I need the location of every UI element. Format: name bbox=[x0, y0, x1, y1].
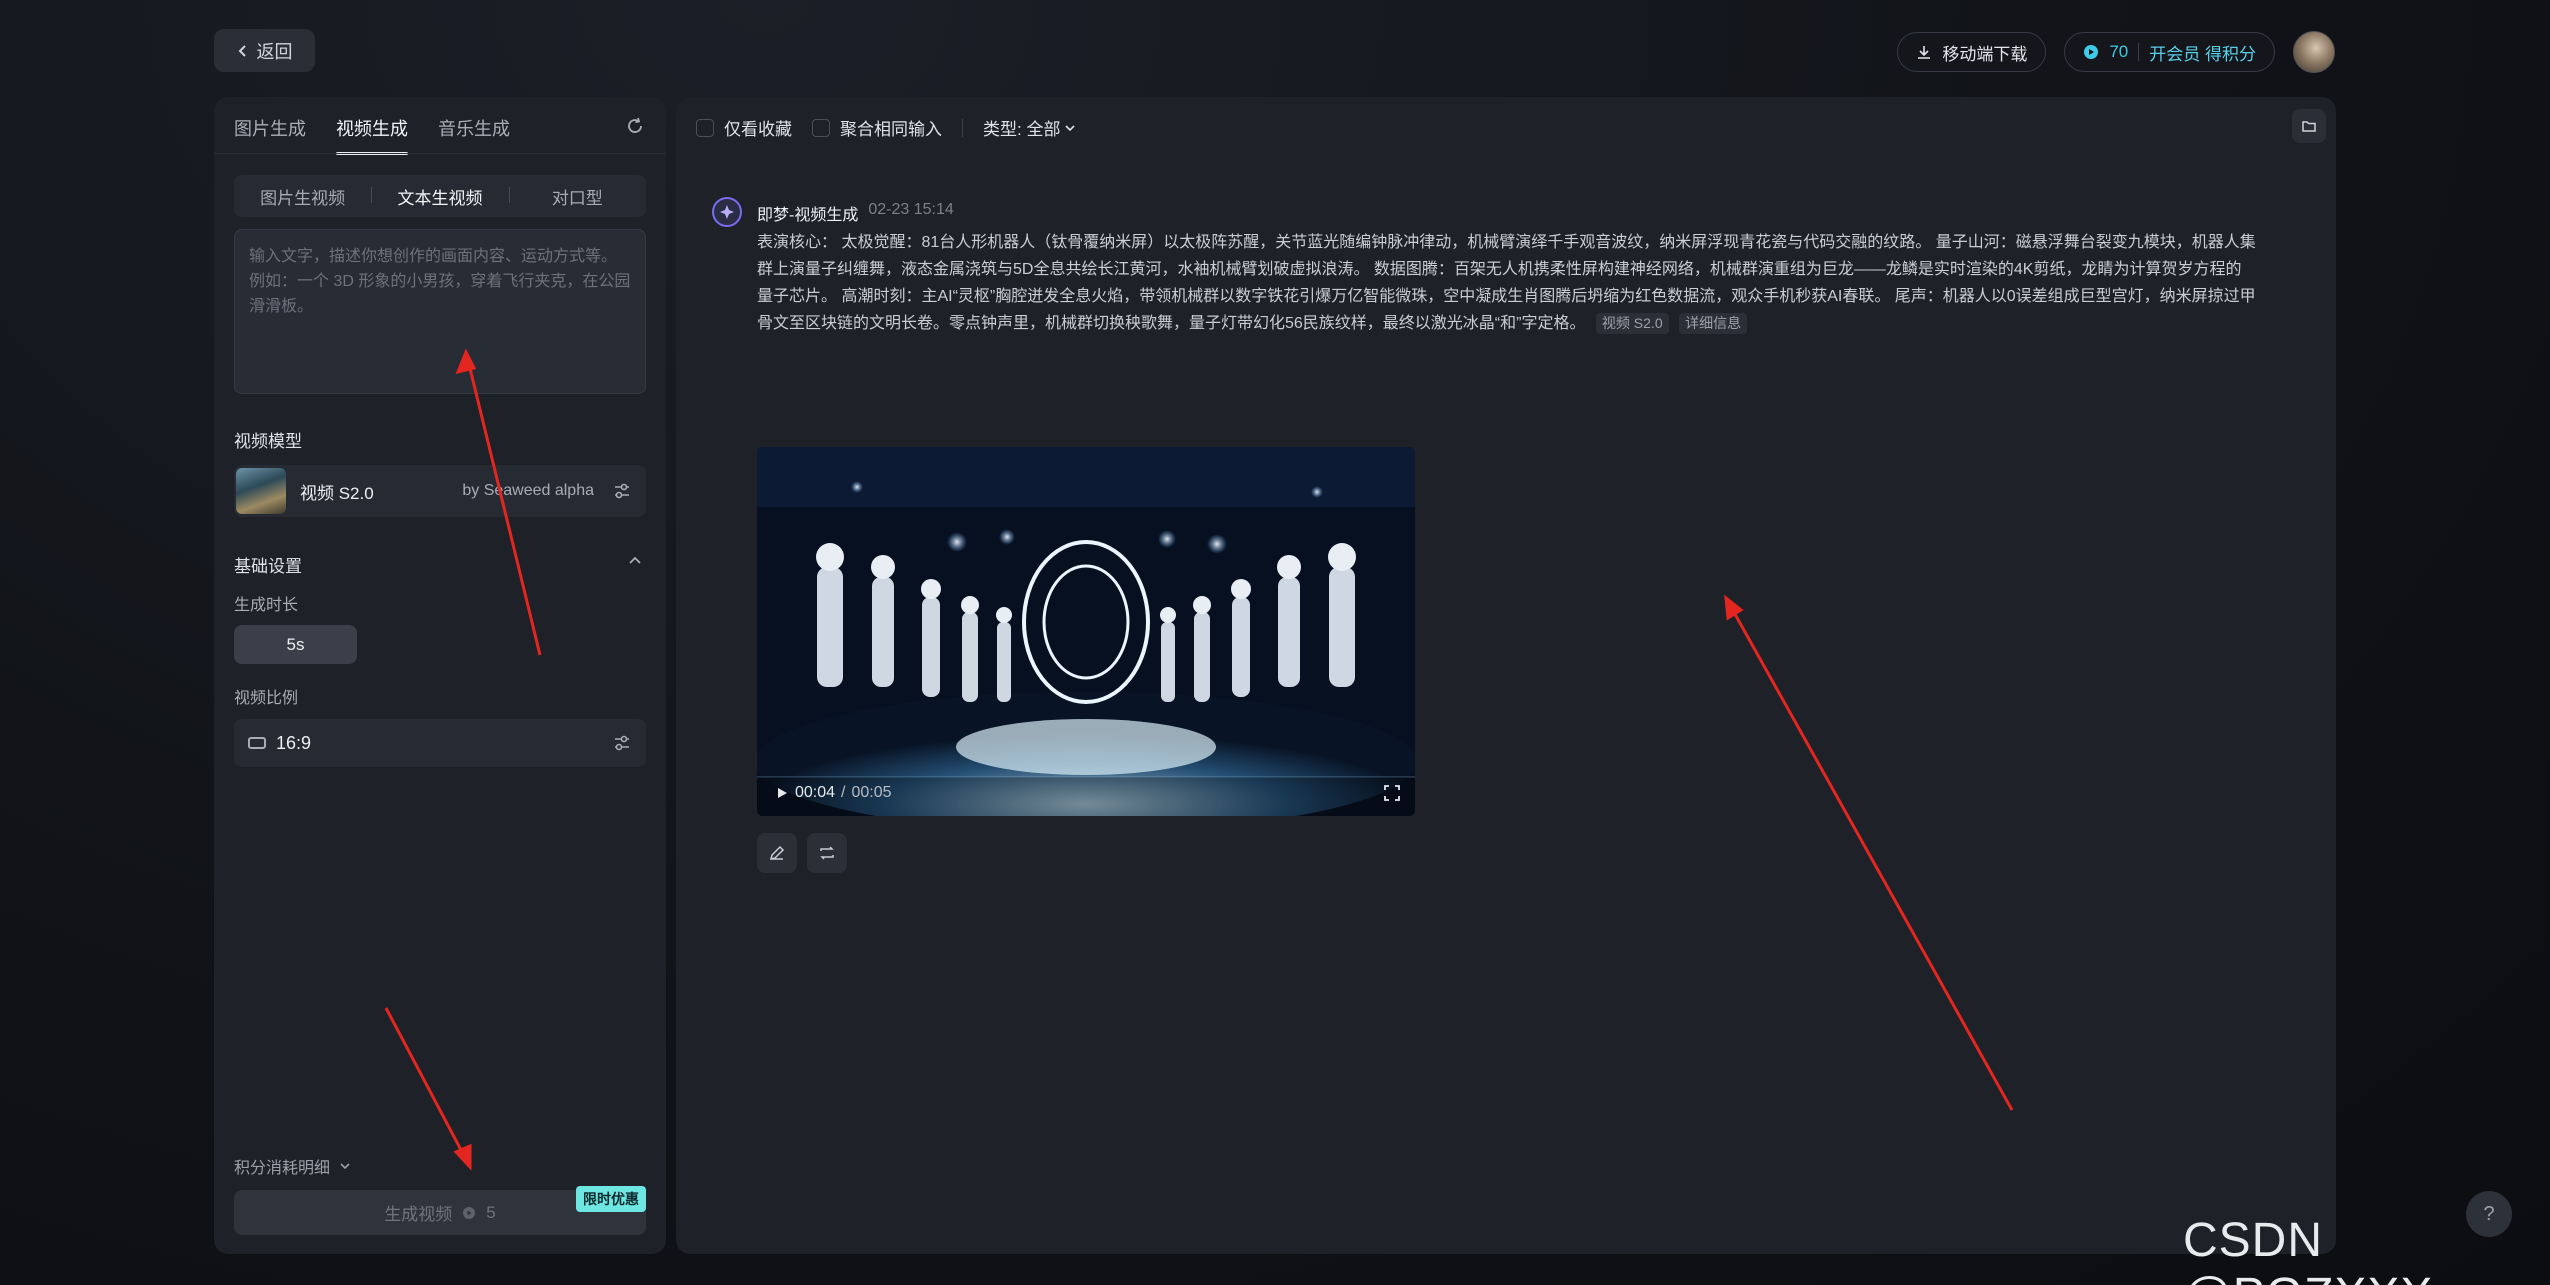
ratio-label: 视频比例 bbox=[234, 690, 299, 707]
checkbox-box bbox=[812, 118, 830, 137]
divider bbox=[962, 118, 963, 137]
cost-details-toggle[interactable]: 积分消耗明细 bbox=[234, 1154, 352, 1178]
back-label: 返回 bbox=[256, 41, 293, 62]
time-separator: / bbox=[841, 784, 846, 801]
chevron-left-icon bbox=[238, 44, 246, 57]
model-selector[interactable]: 视频 S2.0 by Seaweed alpha bbox=[234, 465, 646, 517]
generate-label: 生成视频 bbox=[384, 1205, 453, 1224]
pencil-icon bbox=[769, 845, 785, 861]
video-frame bbox=[757, 447, 1415, 816]
record-prompt: 表演核心： 太极觉醒：81台人形机器人（钛骨覆纳米屏）以太极阵苏醒，关节蓝光随编… bbox=[757, 229, 2257, 337]
basic-settings-label: 基础设置 bbox=[234, 557, 302, 576]
folder-button[interactable] bbox=[2292, 109, 2326, 143]
merge-same-input-checkbox[interactable]: 聚合相同输入 bbox=[812, 115, 942, 140]
regenerate-button[interactable] bbox=[807, 833, 847, 873]
model-section-label: 视频模型 bbox=[234, 432, 302, 451]
watermark: CSDN @PGZXXX bbox=[2183, 1214, 2432, 1285]
chevron-down-icon bbox=[340, 1163, 350, 1170]
divider bbox=[2138, 43, 2140, 61]
folder-icon bbox=[2302, 121, 2316, 132]
filter-bar: 仅看收藏 聚合相同输入 类型: 全部 bbox=[696, 115, 1076, 140]
mode-segmented-control: 图片生视频 文本生视频 对口型 bbox=[234, 175, 646, 217]
tab-image-gen[interactable]: 图片生成 bbox=[234, 115, 306, 141]
chevron-up-icon[interactable] bbox=[626, 552, 644, 570]
app-frame: 返回 移动端下载 70 开会员 得积分 图片生成 视频生成 音乐生成 图片生视频… bbox=[0, 0, 2550, 1285]
video-total-time: 00:05 bbox=[851, 784, 892, 801]
mode-image-to-video[interactable]: 图片生视频 bbox=[234, 184, 371, 209]
merge-same-input-label: 聚合相同输入 bbox=[840, 120, 942, 139]
credits-count: 70 bbox=[2109, 42, 2129, 61]
duration-option-5s[interactable]: 5s bbox=[234, 625, 357, 664]
refresh-icon[interactable] bbox=[624, 115, 646, 137]
favorites-only-checkbox[interactable]: 仅看收藏 bbox=[696, 115, 792, 140]
record-prompt-text: 表演核心： 太极觉醒：81台人形机器人（钛骨覆纳米屏）以太极阵苏醒，关节蓝光随编… bbox=[757, 234, 2256, 332]
download-icon bbox=[1918, 46, 1931, 59]
type-filter-dropdown[interactable]: 类型: 全部 bbox=[983, 115, 1076, 140]
type-filter-label: 类型: 全部 bbox=[983, 120, 1061, 139]
favorites-only-label: 仅看收藏 bbox=[724, 120, 792, 139]
video-time: 00:04 / 00:05 bbox=[775, 784, 892, 802]
play-icon[interactable] bbox=[775, 786, 789, 800]
fullscreen-icon[interactable] bbox=[1383, 784, 1401, 802]
duration-label: 生成时长 bbox=[234, 597, 299, 614]
video-player[interactable]: 00:04 / 00:05 bbox=[757, 447, 1415, 816]
promo-badge: 限时优惠 bbox=[576, 1186, 646, 1212]
generate-cost: 5 bbox=[486, 1202, 496, 1222]
tab-video-gen[interactable]: 视频生成 bbox=[336, 115, 408, 155]
mode-text-to-video[interactable]: 文本生视频 bbox=[371, 184, 508, 209]
record-actions bbox=[757, 833, 847, 873]
aspect-ratio-icon bbox=[248, 737, 266, 749]
video-current-time: 00:04 bbox=[795, 784, 836, 801]
download-label: 移动端下载 bbox=[1942, 44, 2028, 64]
edit-button[interactable] bbox=[757, 833, 797, 873]
left-panel: 图片生成 视频生成 音乐生成 图片生视频 文本生视频 对口型 输入文字，描述你想… bbox=[214, 97, 666, 1254]
record-header: 即梦-视频生成 02-23 15:14 bbox=[757, 201, 954, 225]
model-thumbnail bbox=[236, 468, 286, 514]
cost-label: 积分消耗明细 bbox=[234, 1160, 331, 1177]
logo-glyph bbox=[720, 205, 734, 219]
model-tag: 视频 S2.0 bbox=[1595, 313, 1669, 334]
sliders-icon[interactable] bbox=[612, 733, 632, 753]
avatar[interactable] bbox=[2293, 31, 2335, 73]
main-tabs: 图片生成 视频生成 音乐生成 bbox=[234, 115, 510, 155]
right-panel: 仅看收藏 聚合相同输入 类型: 全部 即梦-视频生成 02-23 15:14 表… bbox=[676, 97, 2336, 1254]
mobile-download-button[interactable]: 移动端下载 bbox=[1897, 32, 2047, 72]
mode-lip-sync[interactable]: 对口型 bbox=[508, 184, 646, 209]
details-tag[interactable]: 详细信息 bbox=[1679, 313, 1748, 334]
record-timestamp: 02-23 15:14 bbox=[868, 201, 954, 218]
model-provider: by Seaweed alpha bbox=[462, 482, 594, 499]
repeat-icon bbox=[820, 846, 834, 860]
model-name: 视频 S2.0 bbox=[300, 483, 374, 503]
generate-video-button[interactable]: 生成视频 5 限时优惠 bbox=[234, 1186, 646, 1235]
tab-music-gen[interactable]: 音乐生成 bbox=[438, 115, 510, 141]
ratio-value: 16:9 bbox=[276, 732, 312, 753]
dreamina-logo-icon bbox=[712, 197, 742, 227]
credit-coin-icon bbox=[463, 1206, 476, 1219]
sliders-icon[interactable] bbox=[612, 481, 632, 501]
vip-link[interactable]: 开会员 得积分 bbox=[2149, 40, 2256, 65]
top-right-actions: 移动端下载 70 开会员 得积分 bbox=[1897, 31, 2335, 73]
record-title: 即梦-视频生成 bbox=[757, 207, 859, 224]
credit-coin-icon bbox=[2084, 45, 2099, 59]
prompt-input[interactable]: 输入文字，描述你想创作的画面内容、运动方式等。例如：一个 3D 形象的小男孩，穿… bbox=[234, 229, 646, 394]
checkbox-box bbox=[696, 118, 714, 137]
chevron-down-icon bbox=[1065, 124, 1076, 131]
tab-divider bbox=[214, 153, 666, 154]
back-button[interactable]: 返回 bbox=[214, 29, 315, 72]
credits-pill[interactable]: 70 开会员 得积分 bbox=[2064, 32, 2275, 72]
ratio-selector[interactable]: 16:9 bbox=[234, 719, 646, 767]
